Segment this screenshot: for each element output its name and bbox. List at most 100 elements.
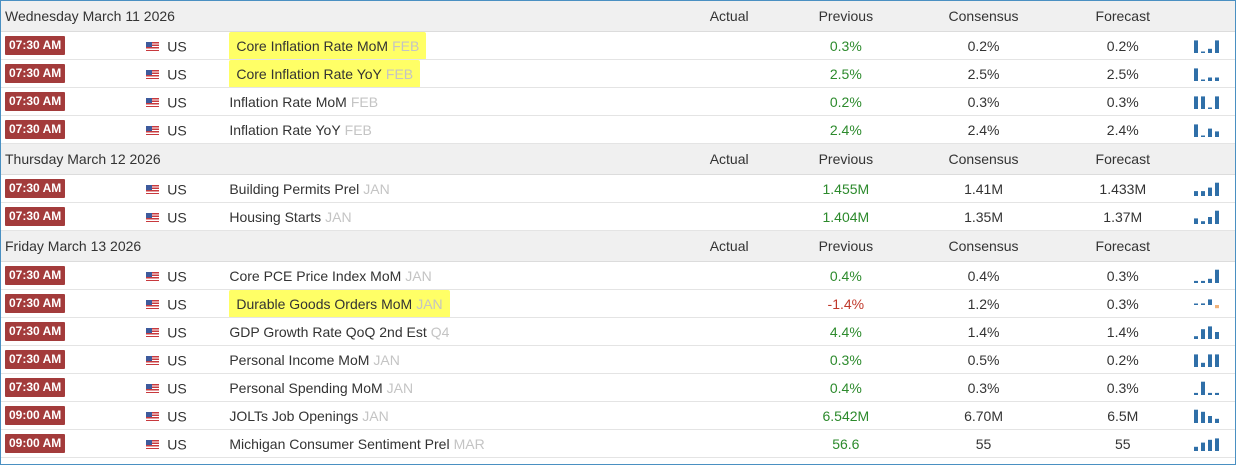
event-cell[interactable]: Core Inflation Rate YoY FEB [229,59,679,88]
sparkline-cell[interactable] [1189,174,1235,203]
event-name-link[interactable]: Housing Starts [229,209,321,225]
sparkline-cell[interactable] [1189,31,1235,60]
sparkline-cell[interactable] [1189,289,1235,318]
column-header-consensus[interactable]: Consensus [911,143,1056,175]
sparkline-cell[interactable] [1189,401,1235,430]
sparkline-chart-icon[interactable] [1193,296,1222,312]
event-row[interactable]: 07:30 AM US Personal Income MoM JAN 0.3% 0.5%… [1,345,1235,374]
column-header-previous[interactable]: Previous [780,143,912,175]
event-name-link[interactable]: GDP Growth Rate QoQ 2nd Est [229,324,426,340]
column-header-forecast[interactable]: Forecast [1055,230,1190,262]
sparkline-cell[interactable] [1189,261,1235,290]
event-cell[interactable]: GDP Growth Rate QoQ 2nd Est Q4 [229,317,679,346]
sparkline-cell[interactable] [1189,59,1235,88]
column-header-previous[interactable]: Previous [780,1,912,32]
event-name-link[interactable]: Inflation Rate YoY [229,122,340,138]
sparkline-chart-icon[interactable] [1193,181,1222,197]
event[interactable]: JOLTs Job Openings JAN [229,408,388,424]
column-header-forecast[interactable]: Forecast [1055,143,1190,175]
sparkline-bar [1214,269,1219,283]
sparkline-chart-icon[interactable] [1193,94,1222,110]
event[interactable]: Personal Spending MoM JAN [229,380,413,396]
sparkline-cell[interactable] [1189,115,1235,144]
event-cell[interactable]: Durable Goods Orders MoM JAN [229,289,679,318]
sparkline-chart-icon[interactable] [1193,380,1222,396]
event-time-cell: 07:30 AM [1,289,135,318]
event-row[interactable]: 07:30 AM US GDP Growth Rate QoQ 2nd Est Q4 4… [1,317,1235,346]
event-row[interactable]: 09:00 AM US JOLTs Job Openings JAN 6.542M 6.7… [1,401,1235,430]
event[interactable]: Inflation Rate YoY FEB [229,122,372,138]
sparkline-cell[interactable] [1189,317,1235,346]
event[interactable]: Core PCE Price Index MoM JAN [229,268,431,284]
event[interactable]: GDP Growth Rate QoQ 2nd Est Q4 [229,324,449,340]
event-cell[interactable]: Personal Income MoM JAN [229,345,679,374]
sparkline-chart-icon[interactable] [1193,436,1222,452]
event-name-link[interactable]: Building Permits Prel [229,181,359,197]
sparkline-cell[interactable] [1189,373,1235,402]
event-name-link[interactable]: Inflation Rate MoM [229,94,347,110]
highlighted-event[interactable]: Core Inflation Rate MoM FEB [229,31,427,59]
sparkline-cell[interactable] [1189,87,1235,116]
reference-period: Q4 [430,323,450,340]
event-row[interactable]: 07:30 AM US Core Inflation Rate MoM FEB 0.3%… [1,31,1235,60]
event-row[interactable]: 07:30 AM US Inflation Rate YoY FEB 2.4% 2.4% 2… [1,115,1235,144]
event-name-link[interactable]: Core Inflation Rate MoM [236,38,388,54]
column-header-actual[interactable]: Actual [678,1,781,32]
event-name-link[interactable]: Core Inflation Rate YoY [236,66,382,82]
event-cell[interactable]: Building Permits Prel JAN [229,174,679,203]
sparkline-cell[interactable] [1189,429,1235,458]
event-name-link[interactable]: JOLTs Job Openings [229,408,358,424]
highlighted-event[interactable]: Durable Goods Orders MoM JAN [229,289,450,317]
sparkline-cell[interactable] [1189,345,1235,374]
sparkline-chart-icon[interactable] [1193,268,1222,284]
column-header-actual[interactable]: Actual [678,230,781,262]
actual-value [678,87,781,116]
event-row[interactable]: 07:30 AM US Core PCE Price Index MoM JAN 0.4… [1,261,1235,290]
event-cell[interactable]: Inflation Rate MoM FEB [229,87,679,116]
event-cell[interactable]: Core Inflation Rate MoM FEB [229,31,679,60]
event-row[interactable]: 07:30 AM US Building Permits Prel JAN 1.455M… [1,174,1235,203]
sparkline-chart-icon[interactable] [1193,209,1222,225]
country-cell: US [134,115,230,144]
sparkline-chart-icon[interactable] [1193,66,1222,82]
event-name-link[interactable]: Durable Goods Orders MoM [236,296,412,312]
event-name-link[interactable]: Michigan Consumer Sentiment Prel [229,436,449,452]
sparkline-cell[interactable] [1189,202,1235,231]
sparkline-bar [1193,280,1198,283]
event-row[interactable]: 07:30 AM US Durable Goods Orders MoM JAN -1.… [1,289,1235,318]
event-cell[interactable]: Michigan Consumer Sentiment Prel MAR [229,429,679,458]
event-row[interactable]: 07:30 AM US Inflation Rate MoM FEB 0.2% 0.3% 0… [1,87,1235,116]
event-cell[interactable]: Housing Starts JAN [229,202,679,231]
sparkline-chart-icon[interactable] [1193,352,1222,368]
consensus-value: 1.2% [911,289,1056,318]
column-header-consensus[interactable]: Consensus [911,1,1056,32]
event[interactable]: Michigan Consumer Sentiment Prel MAR [229,436,484,452]
event-time-cell: 07:30 AM [1,317,135,346]
event-cell[interactable]: Core PCE Price Index MoM JAN [229,261,679,290]
sparkline-chart-icon[interactable] [1193,408,1222,424]
event-row[interactable]: 07:30 AM US Personal Spending MoM JAN 0.4% 0.… [1,373,1235,402]
event-row[interactable]: 09:00 AM US Michigan Consumer Sentiment Pr… [1,429,1235,458]
us-flag-icon [146,69,160,79]
event[interactable]: Building Permits Prel JAN [229,181,389,197]
event-row[interactable]: 07:30 AM US Core Inflation Rate YoY FEB 2.5%… [1,59,1235,88]
sparkline-chart-icon[interactable] [1193,324,1222,340]
column-header-forecast[interactable]: Forecast [1055,1,1190,32]
column-header-consensus[interactable]: Consensus [911,230,1056,262]
sparkline-chart-icon[interactable] [1193,38,1222,54]
event-cell[interactable]: Personal Spending MoM JAN [229,373,679,402]
event[interactable]: Personal Income MoM JAN [229,352,400,368]
highlighted-event[interactable]: Core Inflation Rate YoY FEB [229,59,421,87]
event-cell[interactable]: Inflation Rate YoY FEB [229,115,679,144]
event-row[interactable]: 07:30 AM US Housing Starts JAN 1.404M 1.35M 1.… [1,202,1235,231]
column-header-previous[interactable]: Previous [780,230,912,262]
event-cell[interactable]: JOLTs Job Openings JAN [229,401,679,430]
event-name-link[interactable]: Personal Spending MoM [229,380,382,396]
event-name-link[interactable]: Personal Income MoM [229,352,369,368]
sparkline-bar [1207,325,1212,339]
event[interactable]: Housing Starts JAN [229,209,351,225]
event[interactable]: Inflation Rate MoM FEB [229,94,378,110]
event-name-link[interactable]: Core PCE Price Index MoM [229,268,401,284]
column-header-actual[interactable]: Actual [678,143,781,175]
sparkline-chart-icon[interactable] [1193,122,1222,138]
